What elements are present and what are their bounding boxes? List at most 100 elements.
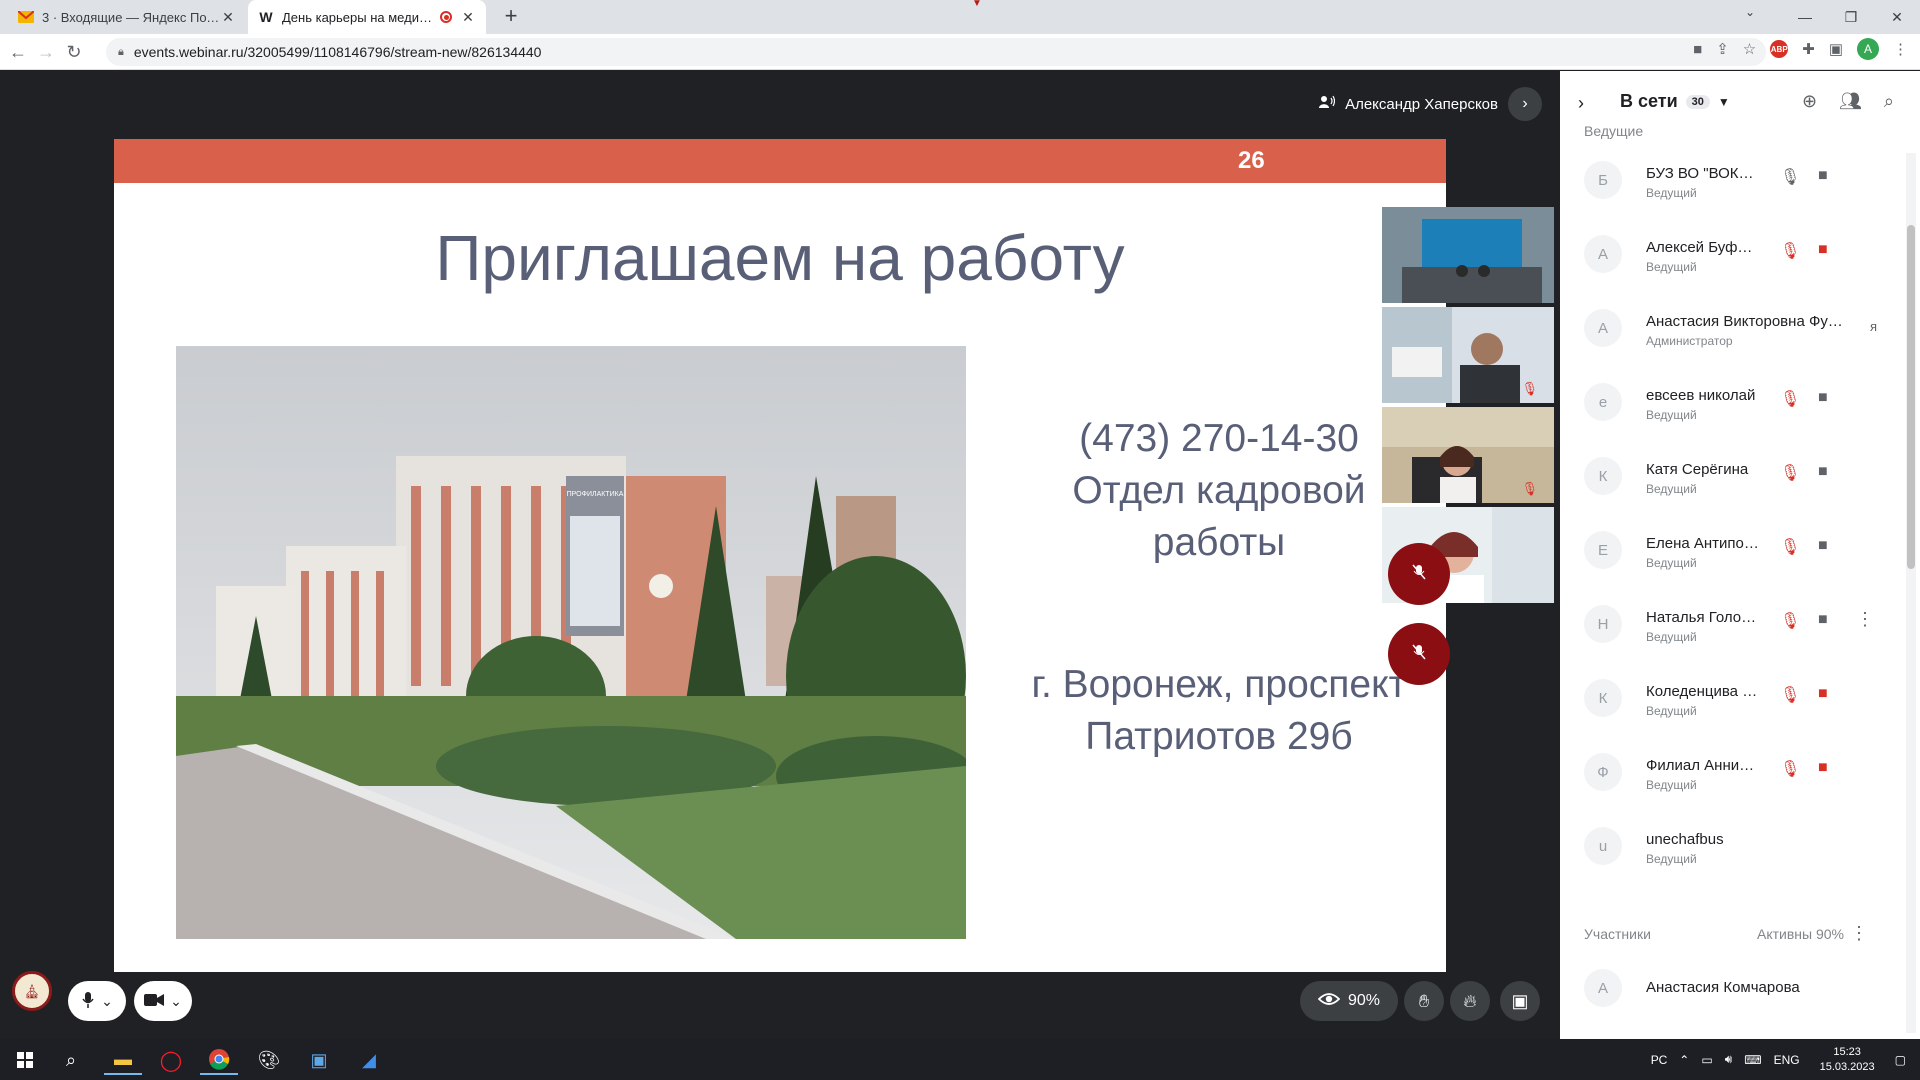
mic-off-icon[interactable]: 🎙︎ xyxy=(1780,241,1800,261)
chevron-right-icon[interactable]: › xyxy=(1508,87,1542,121)
camera-icon[interactable]: ■ xyxy=(1818,463,1828,481)
add-circle-icon[interactable]: ⊕ xyxy=(1802,91,1817,112)
tab-webinar[interactable]: W День карьеры на медико-п ✕ xyxy=(248,0,486,34)
input-language[interactable]: ENG xyxy=(1774,1053,1800,1067)
participant-row[interactable]: Б БУЗ ВО "ВОКБ №1" Ведущий 🎙︎ ■ xyxy=(1584,151,1884,211)
camera-off-icon[interactable]: ■ xyxy=(1818,241,1828,259)
close-tab-icon[interactable]: ✕ xyxy=(460,9,476,26)
video-tile[interactable]: 🎙︎ xyxy=(1382,407,1554,503)
camera-permission-icon[interactable]: ■ xyxy=(1693,41,1702,58)
mic-off-icon[interactable]: 🎙︎ xyxy=(1780,463,1800,483)
muted-participant-bubble[interactable] xyxy=(1388,543,1450,605)
back-icon[interactable]: ← xyxy=(6,40,30,64)
mic-off-icon[interactable]: 🎙︎ xyxy=(1780,759,1800,779)
speaker-name: Александр Хаперсков xyxy=(1345,95,1498,113)
participant-row[interactable]: Н Наталья Головина Ведущий 🎙︎ ■ ⋮ xyxy=(1584,595,1884,655)
sidebar-scrollbar[interactable] xyxy=(1906,153,1916,1033)
participant-row[interactable]: А Анастасия Викторовна Фурсова Администр… xyxy=(1584,299,1884,359)
mic-off-icon[interactable]: 🎙︎ xyxy=(1780,389,1800,409)
app-icon[interactable]: ▣ xyxy=(300,1045,338,1075)
forward-icon[interactable]: → xyxy=(34,40,58,64)
video-tile[interactable] xyxy=(1382,207,1554,303)
participant-row[interactable]: е евсеев николай Ведущий 🎙︎ ■ xyxy=(1584,373,1884,433)
new-tab-button[interactable]: + xyxy=(498,4,524,30)
extensions-icon[interactable]: ✚ xyxy=(1802,40,1815,58)
profile-avatar[interactable]: A xyxy=(1857,38,1879,60)
more-options-icon[interactable]: ⋮ xyxy=(1850,923,1868,944)
windows-start-icon[interactable] xyxy=(6,1045,44,1075)
mic-off-icon[interactable]: 🎙︎ xyxy=(1780,537,1800,557)
reload-icon[interactable]: ↻ xyxy=(62,40,86,64)
department-line-1: Отдел кадровой xyxy=(1072,469,1366,512)
envelope-icon xyxy=(18,9,34,25)
volume-icon[interactable]: 🔊︎ xyxy=(1725,1052,1733,1067)
minimize-icon[interactable]: — xyxy=(1782,0,1828,34)
camera-icon[interactable]: ■ xyxy=(1818,611,1828,629)
mic-off-icon[interactable]: 🎙︎ xyxy=(1780,611,1800,631)
tab-search-icon[interactable]: ⌄ xyxy=(1745,5,1755,19)
views-indicator[interactable]: 90% xyxy=(1300,981,1398,1021)
adblock-icon[interactable]: ABP xyxy=(1770,40,1789,58)
chrome-icon[interactable] xyxy=(200,1045,238,1075)
slide-header-bar: 26 xyxy=(114,139,1446,183)
opera-icon[interactable]: ◯ xyxy=(152,1045,190,1075)
address-bar[interactable]: 🔒︎ events.webinar.ru/32005499/1108146796… xyxy=(106,38,1766,66)
raise-hand-button[interactable]: ✋︎ xyxy=(1404,981,1444,1021)
avatar: А xyxy=(1584,969,1622,1007)
bookmark-star-icon[interactable]: ☆ xyxy=(1743,40,1756,58)
participant-row[interactable]: Е Елена Антипова Ведущий 🎙︎ ■ xyxy=(1584,521,1884,581)
participant-name: Катя Серёгина xyxy=(1646,461,1749,478)
participant-role: Ведущий xyxy=(1646,556,1697,570)
participant-row[interactable]: К Коледенцива Ирина Ведущий 🎙︎ ■ xyxy=(1584,669,1884,729)
share-icon[interactable]: ⇪ xyxy=(1716,40,1729,58)
microphone-icon[interactable]: 🎙︎ xyxy=(1780,167,1800,187)
microphone-toggle[interactable]: ⌄ xyxy=(68,981,126,1021)
participant-row[interactable]: u unechafbus Ведущий xyxy=(1584,817,1884,877)
clock[interactable]: 15:23 15.03.2023 xyxy=(1820,1045,1875,1075)
app-icon[interactable]: ◢ xyxy=(350,1045,388,1075)
participant-row[interactable]: А Анастасия Комчарова xyxy=(1584,959,1884,1019)
file-explorer-icon[interactable]: ▬ xyxy=(104,1045,142,1075)
camera-icon[interactable]: ■ xyxy=(1818,537,1828,555)
active-speaker[interactable]: Александр Хаперсков › xyxy=(1319,87,1542,121)
tab-yandex-mail[interactable]: 3 · Входящие — Яндекс Почта ✕ xyxy=(8,0,246,34)
department-line-2: работы xyxy=(1152,521,1286,564)
notifications-icon[interactable]: ▢ xyxy=(1895,1053,1906,1067)
online-dropdown[interactable]: В сети 30 ▼ xyxy=(1620,91,1730,112)
camera-off-icon[interactable]: ■ xyxy=(1818,685,1828,703)
menu-kebab-icon[interactable]: ⋮ xyxy=(1893,40,1908,58)
network-icon[interactable]: ▭ xyxy=(1701,1053,1712,1067)
close-tab-icon[interactable]: ✕ xyxy=(220,9,236,26)
people-icon[interactable]: 👥︎ xyxy=(1839,91,1862,112)
restore-icon[interactable]: ❐ xyxy=(1828,0,1874,34)
layout-button[interactable]: ▣ xyxy=(1500,981,1540,1021)
sidepanel-icon[interactable]: ▣ xyxy=(1829,40,1843,58)
address-line-1: г. Воронеж, проспект xyxy=(1031,663,1407,706)
paint-icon[interactable]: 🎨︎ xyxy=(250,1045,288,1075)
slide-title: Приглашаем на работу xyxy=(435,222,1125,294)
chevron-right-icon[interactable]: › xyxy=(1578,93,1584,114)
search-icon[interactable]: ⌕ xyxy=(1884,91,1894,112)
camera-toggle[interactable]: ⌄ xyxy=(134,981,192,1021)
scrollbar-thumb[interactable] xyxy=(1907,225,1915,569)
reactions-button[interactable]: 🔥︎ xyxy=(1450,981,1490,1021)
participant-row[interactable]: А Алексей Буфетов Ведущий 🎙︎ ■ xyxy=(1584,225,1884,285)
chevron-up-icon[interactable]: ⌃ xyxy=(1679,1053,1689,1067)
camera-off-icon[interactable]: ■ xyxy=(1818,759,1828,777)
keyboard-icon[interactable]: ⌨ xyxy=(1744,1053,1761,1067)
chevron-down-icon[interactable]: ⌄ xyxy=(170,993,182,1010)
camera-icon[interactable]: ■ xyxy=(1818,389,1828,407)
participant-row[interactable]: К Катя Серёгина Ведущий 🎙︎ ■ xyxy=(1584,447,1884,507)
close-window-icon[interactable]: ✕ xyxy=(1874,0,1920,34)
avatar: К xyxy=(1584,679,1622,717)
clock-date: 15.03.2023 xyxy=(1819,1060,1875,1073)
more-options-icon[interactable]: ⋮ xyxy=(1856,609,1874,630)
search-icon[interactable]: ⌕ xyxy=(52,1045,90,1075)
lang-indicator[interactable]: РС xyxy=(1651,1053,1668,1067)
muted-participant-bubble[interactable] xyxy=(1388,623,1450,685)
mic-off-icon[interactable]: 🎙︎ xyxy=(1780,685,1800,705)
participant-row[interactable]: Ф Филиал Аннинский Ведущий 🎙︎ ■ xyxy=(1584,743,1884,803)
chevron-down-icon[interactable]: ⌄ xyxy=(101,993,113,1010)
video-tile[interactable]: 🎙︎ xyxy=(1382,307,1554,403)
camera-icon[interactable]: ■ xyxy=(1818,167,1828,185)
